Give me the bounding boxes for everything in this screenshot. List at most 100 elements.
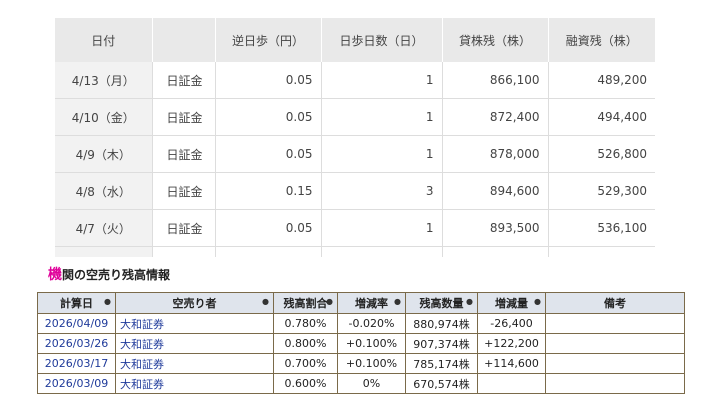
column-header-days: 日歩日数（日）: [321, 18, 443, 62]
balance-ratio: 0.700%: [273, 353, 338, 374]
sort-icon[interactable]: ●: [262, 297, 269, 306]
change-rate: -0.020%: [337, 313, 406, 334]
note: [545, 373, 685, 394]
heading-accent-char: 機: [48, 267, 62, 283]
row-gyakuhibu: 0.05: [215, 135, 322, 173]
sort-icon[interactable]: ●: [394, 297, 401, 306]
balance-qty: 670,574株: [405, 373, 478, 394]
row-yushi: 536,100: [548, 209, 655, 247]
row-date: 4/8（水）: [55, 172, 153, 210]
row-yushi: 526,800: [548, 135, 655, 173]
column-header-type: [152, 18, 216, 62]
sort-header-balance-ratio[interactable]: 残高割合 ●: [273, 292, 338, 314]
row-kashikabu: 894,600: [442, 172, 549, 210]
change-rate: +0.100%: [337, 353, 406, 374]
row-yushi: 494,400: [548, 98, 655, 136]
short-seller-link[interactable]: 大和証券: [115, 333, 274, 354]
calc-date-link[interactable]: 2026/03/09: [37, 373, 116, 394]
change-rate: +0.100%: [337, 333, 406, 354]
calc-date-link[interactable]: 2026/03/26: [37, 333, 116, 354]
table-row: 4/7（火） 日証金 0.05 1 893,500 536,100: [55, 209, 655, 247]
table-row: 4/8（水） 日証金 0.15 3 894,600 529,300: [55, 172, 655, 210]
row-date: 4/13（月）: [55, 62, 153, 99]
header-label: 残高割合: [283, 297, 328, 310]
row-kashikabu: 878,000: [442, 135, 549, 173]
balance-ratio: 0.800%: [273, 333, 338, 354]
short-seller-link[interactable]: 大和証券: [115, 313, 274, 334]
column-header-note: 備考: [545, 292, 685, 314]
change-rate: 0%: [337, 373, 406, 394]
row-gyakuhibu: 0.05: [215, 209, 322, 247]
header-label: 残高数量: [419, 297, 464, 310]
row-days: 1: [321, 98, 443, 136]
row-kashikabu: 893,500: [442, 209, 549, 247]
table-row: 4/9（木） 日証金 0.05 1 878,000 526,800: [55, 135, 655, 173]
sort-header-calc-date[interactable]: 計算日 ●: [37, 292, 116, 314]
balance-qty: 880,974株: [405, 313, 478, 334]
note: [545, 353, 685, 374]
row-type: 日証金: [152, 135, 216, 173]
row-date: 4/10（金）: [55, 98, 153, 136]
table-row-stub: [55, 246, 655, 257]
change-qty: -26,400: [477, 313, 546, 334]
row-type: 日証金: [152, 98, 216, 136]
row-days: 1: [321, 135, 443, 173]
margin-balance-table: 日付 逆日歩（円） 日歩日数（日） 貸株残（株） 融資残（株） 4/13（月） …: [55, 18, 655, 257]
change-qty: +122,200: [477, 333, 546, 354]
table-row: 2026/03/26 大和証券 0.800% +0.100% 907,374株 …: [37, 333, 685, 354]
sort-header-balance-qty[interactable]: 残高数量 ●: [405, 292, 478, 314]
sort-icon[interactable]: ●: [534, 297, 541, 306]
row-kashikabu: 866,100: [442, 62, 549, 99]
row-type: 日証金: [152, 172, 216, 210]
column-header-date: 日付: [55, 18, 153, 62]
note: [545, 313, 685, 334]
sort-icon[interactable]: ●: [466, 297, 473, 306]
row-type: 日証金: [152, 209, 216, 247]
table-row: 2026/03/17 大和証券 0.700% +0.100% 785,174株 …: [37, 353, 685, 374]
row-date: 4/7（火）: [55, 209, 153, 247]
balance-ratio: 0.600%: [273, 373, 338, 394]
balance-ratio: 0.780%: [273, 313, 338, 334]
row-days: 1: [321, 62, 443, 99]
row-date: 4/9（木）: [55, 135, 153, 173]
note: [545, 333, 685, 354]
sort-icon[interactable]: ●: [104, 297, 111, 306]
balance-qty: 907,374株: [405, 333, 478, 354]
change-qty: [477, 373, 546, 394]
row-yushi: 489,200: [548, 62, 655, 99]
row-type: 日証金: [152, 62, 216, 99]
row-gyakuhibu: 0.05: [215, 98, 322, 136]
row-gyakuhibu: 0.15: [215, 172, 322, 210]
short-balance-table: 計算日 ● 空売り者 ● 残高割合 ● 増減率 ● 残高数量 ● 増減量 ● 備考 2026…: [37, 292, 685, 394]
header-label: 増減率: [355, 297, 388, 310]
column-header-gyakuhibu: 逆日歩（円）: [215, 18, 322, 62]
row-yushi: 529,300: [548, 172, 655, 210]
row-days: 1: [321, 209, 443, 247]
header-label: 計算日: [60, 297, 93, 310]
short-seller-link[interactable]: 大和証券: [115, 373, 274, 394]
header-label: 備考: [604, 297, 626, 310]
balance-qty: 785,174株: [405, 353, 478, 374]
column-header-yushi: 融資残（株）: [548, 18, 655, 62]
heading-text: 関の空売り残高情報: [62, 268, 171, 282]
change-qty: +114,600: [477, 353, 546, 374]
table-header-row: 日付 逆日歩（円） 日歩日数（日） 貸株残（株） 融資残（株）: [55, 18, 655, 62]
section-heading: 機関の空売り残高情報: [48, 264, 170, 284]
table-header-row: 計算日 ● 空売り者 ● 残高割合 ● 増減率 ● 残高数量 ● 増減量 ● 備考: [37, 292, 685, 314]
sort-icon[interactable]: ●: [326, 297, 333, 306]
sort-header-change-rate[interactable]: 増減率 ●: [337, 292, 406, 314]
table-row: 4/13（月） 日証金 0.05 1 866,100 489,200: [55, 62, 655, 99]
row-gyakuhibu: 0.05: [215, 62, 322, 99]
sort-header-short-seller[interactable]: 空売り者 ●: [115, 292, 274, 314]
table-row: 2026/04/09 大和証券 0.780% -0.020% 880,974株 …: [37, 313, 685, 334]
header-label: 空売り者: [172, 297, 217, 310]
short-seller-link[interactable]: 大和証券: [115, 353, 274, 374]
row-kashikabu: 872,400: [442, 98, 549, 136]
column-header-kashikabu: 貸株残（株）: [442, 18, 549, 62]
calc-date-link[interactable]: 2026/04/09: [37, 313, 116, 334]
calc-date-link[interactable]: 2026/03/17: [37, 353, 116, 374]
table-row: 4/10（金） 日証金 0.05 1 872,400 494,400: [55, 98, 655, 136]
table-row: 2026/03/09 大和証券 0.600% 0% 670,574株: [37, 373, 685, 394]
header-label: 増減量: [495, 297, 528, 310]
sort-header-change-qty[interactable]: 増減量 ●: [477, 292, 546, 314]
